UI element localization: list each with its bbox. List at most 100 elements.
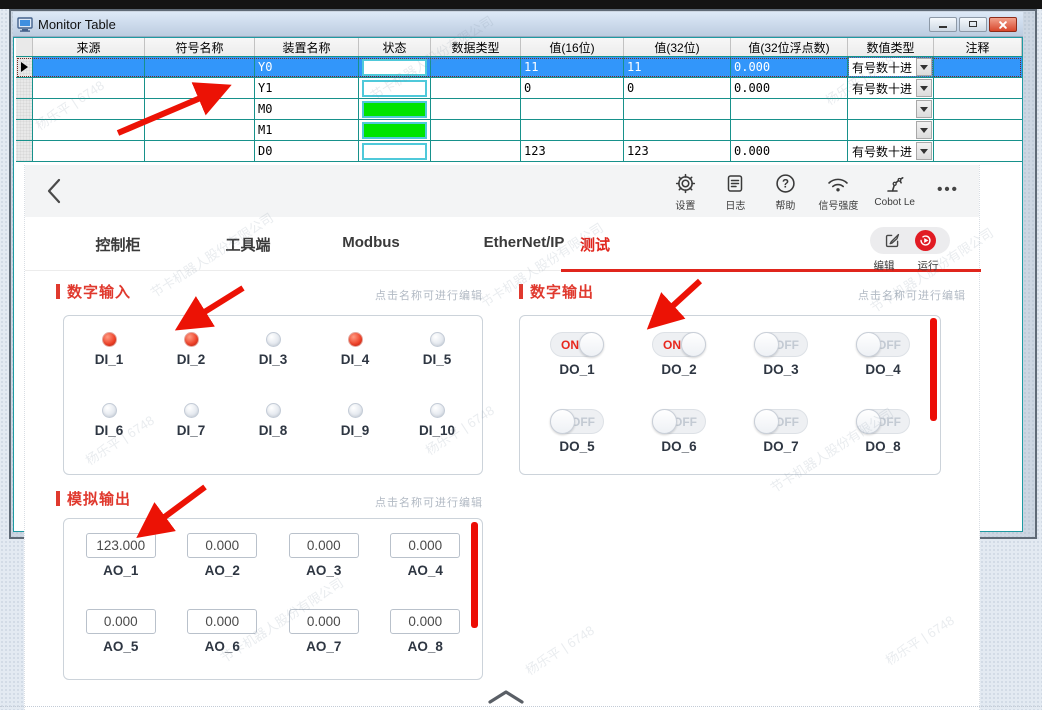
di-item[interactable]: DI_8 bbox=[232, 403, 314, 438]
close-button[interactable] bbox=[989, 17, 1017, 32]
di-item[interactable]: DI_10 bbox=[396, 403, 478, 438]
status-indicator[interactable] bbox=[362, 122, 427, 139]
dropdown-button[interactable] bbox=[916, 121, 932, 139]
toggle-switch[interactable]: ON bbox=[652, 332, 706, 357]
led-indicator bbox=[102, 332, 117, 347]
device-cell[interactable]: Y1 bbox=[255, 78, 359, 98]
col-header-numtype[interactable]: 数值类型 bbox=[848, 38, 934, 56]
numtype-dropdown[interactable]: 有号数十进 bbox=[849, 142, 932, 160]
toggle-switch[interactable]: ON bbox=[550, 332, 604, 357]
table-row[interactable]: Y0 11 11 0.000 有号数十进 bbox=[16, 57, 1022, 78]
red-highlight-bar bbox=[930, 318, 937, 421]
toggle-switch[interactable]: OFF bbox=[754, 332, 808, 357]
status-indicator[interactable] bbox=[362, 143, 427, 160]
table-row[interactable]: Y1 0 0 0.000 有号数十进 bbox=[16, 78, 1022, 99]
chevron-down-icon bbox=[920, 128, 928, 133]
ao-value-field[interactable]: 0.000 bbox=[289, 533, 359, 558]
numtype-dropdown[interactable]: 有号数十进 bbox=[849, 58, 932, 76]
toggle-switch[interactable]: OFF bbox=[652, 409, 706, 434]
col-header-source[interactable]: 来源 bbox=[33, 38, 145, 56]
col-header-val32[interactable]: 值(32位) bbox=[624, 38, 731, 56]
toggle-switch[interactable]: OFF bbox=[856, 332, 910, 357]
ao-value-field[interactable]: 0.000 bbox=[390, 533, 460, 558]
ao-value-field[interactable]: 123.000 bbox=[86, 533, 156, 558]
di-item[interactable]: DI_6 bbox=[68, 403, 150, 438]
more-button[interactable]: ••• bbox=[931, 172, 965, 203]
toggle-knob bbox=[652, 409, 677, 434]
tab-test[interactable]: 测试 bbox=[580, 234, 610, 255]
tab-tool-end[interactable]: 工具端 bbox=[225, 234, 270, 255]
edit-label[interactable]: 编辑 bbox=[869, 258, 899, 273]
di-item[interactable]: DI_1 bbox=[68, 332, 150, 367]
run-label[interactable]: 运行 bbox=[913, 258, 943, 273]
col-header-comment[interactable]: 注释 bbox=[934, 38, 1022, 56]
collapse-chevron-up[interactable] bbox=[487, 689, 525, 705]
more-icon: ••• bbox=[937, 172, 959, 201]
chevron-down-icon bbox=[920, 107, 928, 112]
signal-strength-button[interactable]: 信号强度 bbox=[818, 172, 858, 212]
ao-value-field[interactable]: 0.000 bbox=[187, 609, 257, 634]
col-header-datatype[interactable]: 数据类型 bbox=[431, 38, 521, 56]
digital-input-title: 数字输入 bbox=[56, 281, 131, 302]
table-row[interactable]: M1 bbox=[16, 120, 1022, 141]
dropdown-button[interactable] bbox=[916, 142, 932, 160]
led-indicator bbox=[348, 403, 363, 418]
do-item: OFFDO_3 bbox=[730, 332, 832, 377]
numtype-dropdown[interactable] bbox=[849, 100, 932, 118]
dropdown-button[interactable] bbox=[916, 79, 932, 97]
device-cell[interactable]: Y0 bbox=[255, 57, 359, 77]
settings-button[interactable]: 设置 bbox=[668, 172, 702, 212]
di-item[interactable]: DI_5 bbox=[396, 332, 478, 367]
tab-control-cabinet[interactable]: 控制柜 bbox=[95, 234, 140, 255]
do-item: ONDO_1 bbox=[526, 332, 628, 377]
tab-ethernet-ip[interactable]: EtherNet/IP bbox=[484, 234, 565, 251]
tab-modbus[interactable]: Modbus bbox=[342, 234, 400, 251]
chevron-left-icon bbox=[45, 177, 63, 205]
table-row[interactable]: D0 123 123 0.000 有号数十进 bbox=[16, 141, 1022, 162]
toggle-switch[interactable]: OFF bbox=[856, 409, 910, 434]
edit-pencil-icon[interactable] bbox=[884, 232, 901, 249]
toggle-switch[interactable]: OFF bbox=[550, 409, 604, 434]
current-row-arrow-icon bbox=[21, 62, 28, 72]
di-item[interactable]: DI_4 bbox=[314, 332, 396, 367]
help-button[interactable]: ? 帮助 bbox=[768, 172, 802, 212]
run-button[interactable] bbox=[915, 230, 936, 251]
status-indicator[interactable] bbox=[362, 80, 427, 97]
device-cell[interactable]: M1 bbox=[255, 120, 359, 140]
di-item[interactable]: DI_3 bbox=[232, 332, 314, 367]
back-button[interactable] bbox=[45, 177, 63, 205]
digital-input-hint: 点击名称可进行编辑 bbox=[305, 287, 483, 303]
toggle-switch[interactable]: OFF bbox=[754, 409, 808, 434]
ao-value-field[interactable]: 0.000 bbox=[289, 609, 359, 634]
device-cell[interactable]: M0 bbox=[255, 99, 359, 119]
ao-value-field[interactable]: 0.000 bbox=[390, 609, 460, 634]
toggle-knob bbox=[550, 409, 575, 434]
cobot-button[interactable]: Cobot Le bbox=[874, 172, 915, 208]
di-item[interactable]: DI_2 bbox=[150, 332, 232, 367]
analog-output-hint: 点击名称可进行编辑 bbox=[305, 494, 483, 510]
col-header-symbol[interactable]: 符号名称 bbox=[145, 38, 255, 56]
ao-value-field[interactable]: 0.000 bbox=[86, 609, 156, 634]
di-item[interactable]: DI_7 bbox=[150, 403, 232, 438]
led-indicator bbox=[184, 403, 199, 418]
dropdown-button[interactable] bbox=[916, 100, 932, 118]
device-cell[interactable]: D0 bbox=[255, 141, 359, 161]
col-header-valfloat[interactable]: 值(32位浮点数) bbox=[731, 38, 848, 56]
status-indicator[interactable] bbox=[362, 101, 427, 118]
numtype-dropdown[interactable] bbox=[849, 121, 932, 139]
col-header-device[interactable]: 装置名称 bbox=[255, 38, 359, 56]
title-bar[interactable]: Monitor Table bbox=[13, 12, 1023, 37]
di-item[interactable]: DI_9 bbox=[314, 403, 396, 438]
minimize-button[interactable] bbox=[929, 17, 957, 32]
dropdown-button[interactable] bbox=[916, 58, 932, 76]
col-header-status[interactable]: 状态 bbox=[359, 38, 431, 56]
numtype-dropdown[interactable]: 有号数十进 bbox=[849, 79, 932, 97]
status-indicator[interactable] bbox=[362, 59, 427, 76]
log-button[interactable]: 日志 bbox=[718, 172, 752, 212]
ao-value-field[interactable]: 0.000 bbox=[187, 533, 257, 558]
col-header-val16[interactable]: 值(16位) bbox=[521, 38, 624, 56]
maximize-button[interactable] bbox=[959, 17, 987, 32]
table-row[interactable]: M0 bbox=[16, 99, 1022, 120]
toggle-knob bbox=[681, 332, 706, 357]
led-indicator bbox=[266, 332, 281, 347]
